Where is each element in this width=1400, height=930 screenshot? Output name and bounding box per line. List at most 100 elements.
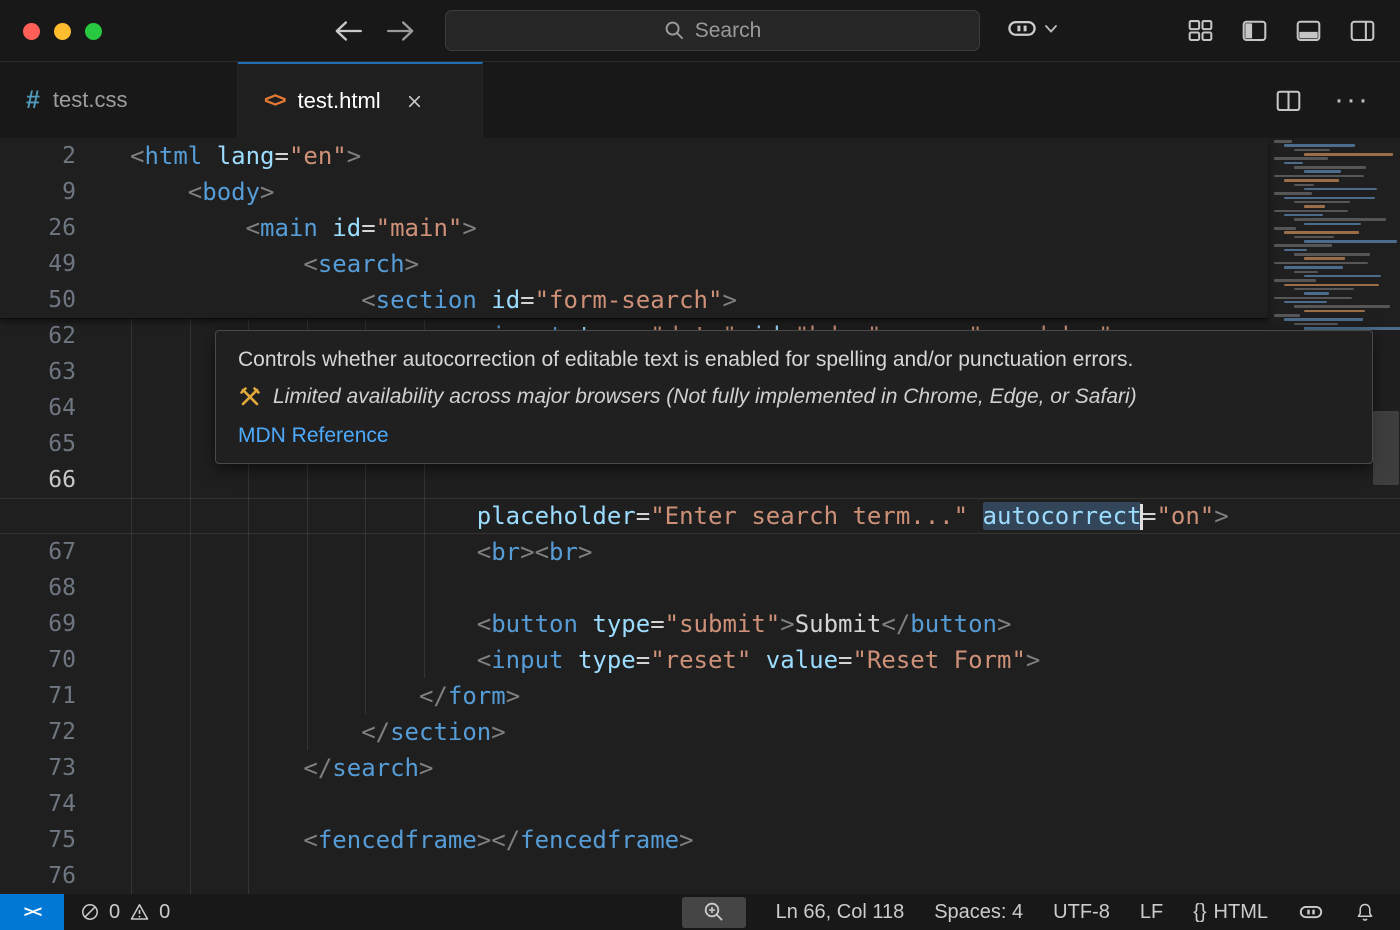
layout-controls bbox=[1187, 17, 1376, 44]
editor-pane[interactable]: 62 <input type="date" id="bday" name="us… bbox=[0, 138, 1400, 894]
code-line-2[interactable]: 2<html lang="en"> bbox=[0, 138, 1268, 174]
back-button[interactable] bbox=[330, 16, 366, 46]
code-token: search bbox=[318, 250, 405, 278]
line-number[interactable]: 63 bbox=[0, 354, 76, 390]
code-line-72[interactable]: 72 </section> bbox=[0, 714, 1400, 750]
code-token: </ bbox=[419, 682, 448, 710]
chevron-down-icon bbox=[1043, 23, 1059, 35]
more-actions-button[interactable]: ··· bbox=[1334, 95, 1370, 105]
line-number[interactable]: 66 bbox=[0, 462, 76, 498]
toggle-panel-button[interactable] bbox=[1295, 17, 1322, 44]
minimap-line bbox=[1294, 218, 1386, 221]
copilot-status-button[interactable] bbox=[1298, 902, 1324, 923]
code-token: = bbox=[650, 610, 664, 638]
code-token: button bbox=[910, 610, 997, 638]
encoding-setting[interactable]: UTF-8 bbox=[1053, 901, 1110, 924]
line-number[interactable]: 9 bbox=[0, 174, 76, 210]
line-number[interactable]: 73 bbox=[0, 750, 76, 786]
line-number[interactable]: 2 bbox=[0, 138, 76, 174]
line-number[interactable]: 72 bbox=[0, 714, 76, 750]
code-token: > bbox=[780, 610, 794, 638]
code-line-76[interactable]: 76 bbox=[0, 858, 1400, 894]
minimap-line bbox=[1294, 271, 1318, 274]
line-number[interactable]: 74 bbox=[0, 786, 76, 822]
code-line-50[interactable]: 50 <section id="form-search"> bbox=[0, 282, 1268, 318]
notifications-button[interactable] bbox=[1354, 902, 1376, 923]
forward-button[interactable] bbox=[383, 16, 419, 46]
line-number[interactable]: 71 bbox=[0, 678, 76, 714]
copilot-icon bbox=[1298, 902, 1324, 923]
toggle-secondary-sidebar-button[interactable] bbox=[1349, 17, 1376, 44]
code-token bbox=[130, 646, 477, 674]
code-token bbox=[130, 214, 246, 242]
zoom-indicator[interactable] bbox=[682, 897, 746, 928]
code-line-71[interactable]: 71 </form> bbox=[0, 678, 1400, 714]
code-line-9[interactable]: 9 <body> bbox=[0, 174, 1268, 210]
close-window-button[interactable] bbox=[23, 23, 40, 40]
code-token: type bbox=[592, 610, 650, 638]
command-center-search[interactable]: Search bbox=[445, 10, 980, 51]
line-number[interactable] bbox=[0, 498, 76, 534]
line-number[interactable]: 26 bbox=[0, 210, 76, 246]
minimize-window-button[interactable] bbox=[54, 23, 71, 40]
line-number[interactable]: 68 bbox=[0, 570, 76, 606]
code-line-74[interactable]: 74 bbox=[0, 786, 1400, 822]
code-line-70[interactable]: 70 <input type="reset" value="Reset Form… bbox=[0, 642, 1400, 678]
code-token: < bbox=[477, 538, 491, 566]
code-token: > bbox=[520, 538, 534, 566]
cursor-position[interactable]: Ln 66, Col 118 bbox=[776, 901, 905, 924]
code-line-68[interactable]: 68 bbox=[0, 570, 1400, 606]
split-editor-button[interactable] bbox=[1275, 87, 1302, 114]
code-line-wrap[interactable]: placeholder="Enter search term..." autoc… bbox=[0, 498, 1400, 534]
code-line-49[interactable]: 49 <search> bbox=[0, 246, 1268, 282]
mdn-reference-link[interactable]: MDN Reference bbox=[238, 424, 389, 447]
hover-widget: Controls whether autocorrection of edita… bbox=[215, 330, 1373, 464]
toggle-primary-sidebar-button[interactable] bbox=[1241, 17, 1268, 44]
indentation-setting[interactable]: Spaces: 4 bbox=[934, 901, 1023, 924]
line-number[interactable]: 75 bbox=[0, 822, 76, 858]
minimap-line bbox=[1294, 184, 1314, 187]
code-line-73[interactable]: 73 </search> bbox=[0, 750, 1400, 786]
minimap-line bbox=[1304, 275, 1381, 278]
remote-indicator[interactable]: >< bbox=[0, 894, 64, 930]
line-number[interactable]: 65 bbox=[0, 426, 76, 462]
tab-test-html[interactable]: <> test.html bbox=[238, 62, 483, 138]
code-line-26[interactable]: 26 <main id="main"> bbox=[0, 210, 1268, 246]
code-token: < bbox=[130, 142, 144, 170]
tab-test-css[interactable]: # test.css bbox=[0, 62, 238, 138]
code-token bbox=[968, 502, 982, 530]
zoom-window-button[interactable] bbox=[85, 23, 102, 40]
minimap-line bbox=[1304, 257, 1345, 260]
eol-setting[interactable]: LF bbox=[1140, 901, 1163, 924]
minimap-slider[interactable] bbox=[1373, 411, 1399, 485]
copilot-menu-button[interactable] bbox=[1006, 16, 1059, 42]
line-number[interactable]: 50 bbox=[0, 282, 76, 318]
line-number[interactable]: 64 bbox=[0, 390, 76, 426]
line-number[interactable]: 67 bbox=[0, 534, 76, 570]
line-number[interactable]: 49 bbox=[0, 246, 76, 282]
line-number[interactable]: 62 bbox=[0, 318, 76, 354]
code-token: button bbox=[491, 610, 578, 638]
code-token: > bbox=[997, 610, 1011, 638]
code-line-66[interactable]: 66 bbox=[0, 462, 1400, 498]
minimap-line bbox=[1274, 210, 1348, 213]
code-line-75[interactable]: 75 <fencedframe></fencedframe> bbox=[0, 822, 1400, 858]
problems-indicator[interactable]: 0 0 bbox=[80, 901, 170, 924]
sticky-scroll: 2<html lang="en">9 <body>26 <main id="ma… bbox=[0, 138, 1268, 319]
code-line-67[interactable]: 67 <br><br> bbox=[0, 534, 1400, 570]
language-mode[interactable]: {} HTML bbox=[1193, 901, 1268, 924]
line-number[interactable]: 70 bbox=[0, 642, 76, 678]
code-token: = bbox=[636, 502, 650, 530]
close-tab-button[interactable] bbox=[406, 93, 423, 110]
minimap-line bbox=[1304, 153, 1393, 156]
code-line-69[interactable]: 69 <button type="submit">Submit</button> bbox=[0, 606, 1400, 642]
customize-layout-button[interactable] bbox=[1187, 17, 1214, 44]
minimap-line bbox=[1284, 284, 1379, 287]
code-token: > bbox=[1026, 646, 1040, 674]
minimap-line bbox=[1304, 170, 1341, 173]
code-token: < bbox=[361, 286, 375, 314]
line-number[interactable]: 69 bbox=[0, 606, 76, 642]
line-number[interactable]: 76 bbox=[0, 858, 76, 894]
minimap-line bbox=[1294, 288, 1354, 291]
minimap-line bbox=[1294, 253, 1370, 256]
